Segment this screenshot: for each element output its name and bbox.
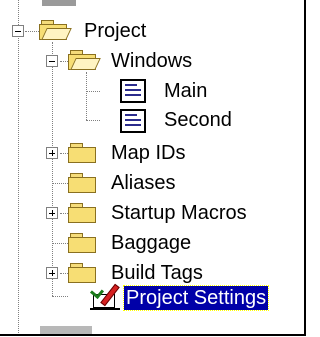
tree-line	[86, 72, 87, 120]
tree-item-aliases[interactable]: Aliases	[109, 171, 177, 195]
tree-line	[25, 31, 39, 32]
tree-line	[60, 61, 68, 62]
tree-item-baggage[interactable]: Baggage	[109, 231, 193, 255]
settings-icon	[89, 283, 120, 310]
folder-icon	[68, 233, 98, 253]
tree-line	[86, 120, 100, 121]
tree-item-main[interactable]: Main	[162, 79, 209, 103]
tree-line	[52, 296, 68, 297]
tree-line	[52, 183, 68, 184]
folder-icon	[68, 173, 98, 193]
folder-icon	[68, 203, 98, 223]
tree-item-startup-macros[interactable]: Startup Macros	[109, 201, 249, 225]
tree-line	[60, 273, 68, 274]
folder-icon	[68, 263, 98, 283]
folder-open-icon	[39, 20, 72, 40]
expand-map-ids-toggle[interactable]	[46, 147, 58, 159]
bottom-clipped-item	[40, 326, 92, 334]
form-icon	[120, 79, 146, 103]
tree-item-windows[interactable]: Windows	[109, 49, 194, 73]
project-tree-view[interactable]: Project Windows Main Second Map IDs Alia…	[0, 0, 306, 336]
tree-line	[52, 243, 68, 244]
folder-icon	[68, 143, 98, 163]
tree-line	[52, 42, 53, 296]
tree-item-project-settings[interactable]: Project Settings	[122, 285, 270, 311]
expand-build-tags-toggle[interactable]	[46, 267, 58, 279]
top-clipped-item	[42, 0, 76, 6]
tree-item-map-ids[interactable]: Map IDs	[109, 141, 187, 165]
tree-item-project[interactable]: Project	[82, 19, 148, 43]
collapse-windows-toggle[interactable]	[46, 55, 58, 67]
tree-item-second[interactable]: Second	[162, 108, 234, 132]
folder-open-icon	[68, 50, 101, 70]
collapse-project-toggle[interactable]	[12, 25, 24, 37]
tree-line	[60, 153, 68, 154]
tree-line	[60, 213, 68, 214]
expand-startup-macros-toggle[interactable]	[46, 207, 58, 219]
tree-item-build-tags[interactable]: Build Tags	[109, 261, 205, 285]
form-icon	[120, 109, 146, 133]
tree-line	[86, 91, 100, 92]
tree-line	[18, 0, 19, 334]
